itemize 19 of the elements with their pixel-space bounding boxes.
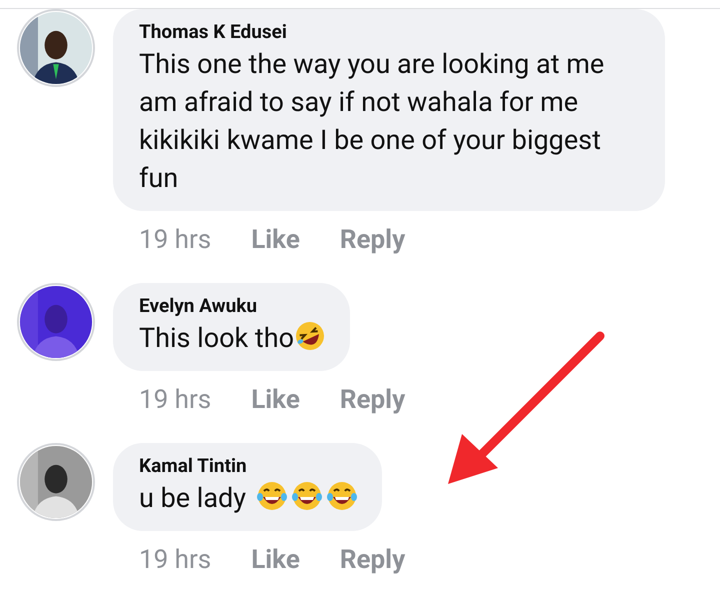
reply-button[interactable]: Reply (340, 223, 406, 257)
author-name[interactable]: Evelyn Awuku (139, 293, 326, 319)
comment-text: This one the way you are looking at me am afraid to say if not wahala for me kikikiki kwame I be one of your biggest fun (139, 48, 604, 194)
laughing-face-icon (290, 480, 323, 512)
comment-text: u be lady (139, 482, 248, 514)
like-button[interactable]: Like (251, 543, 300, 577)
timestamp: 19 hrs (139, 384, 212, 417)
reply-button[interactable]: Reply (340, 383, 406, 417)
timestamp: 19 hrs (139, 224, 212, 257)
author-name[interactable]: Thomas K Edusei (139, 19, 641, 45)
author-name[interactable]: Kamal Tintin (139, 453, 358, 479)
like-button[interactable]: Like (251, 383, 300, 417)
like-button[interactable]: Like (251, 223, 300, 257)
reply-button[interactable]: Reply (340, 543, 406, 577)
laughing-face-icon (294, 320, 326, 352)
comment-text: This look tho (139, 322, 294, 354)
laughing-face-icon (326, 480, 358, 512)
laughing-face-icon (256, 480, 288, 512)
timestamp: 19 hrs (139, 544, 212, 577)
